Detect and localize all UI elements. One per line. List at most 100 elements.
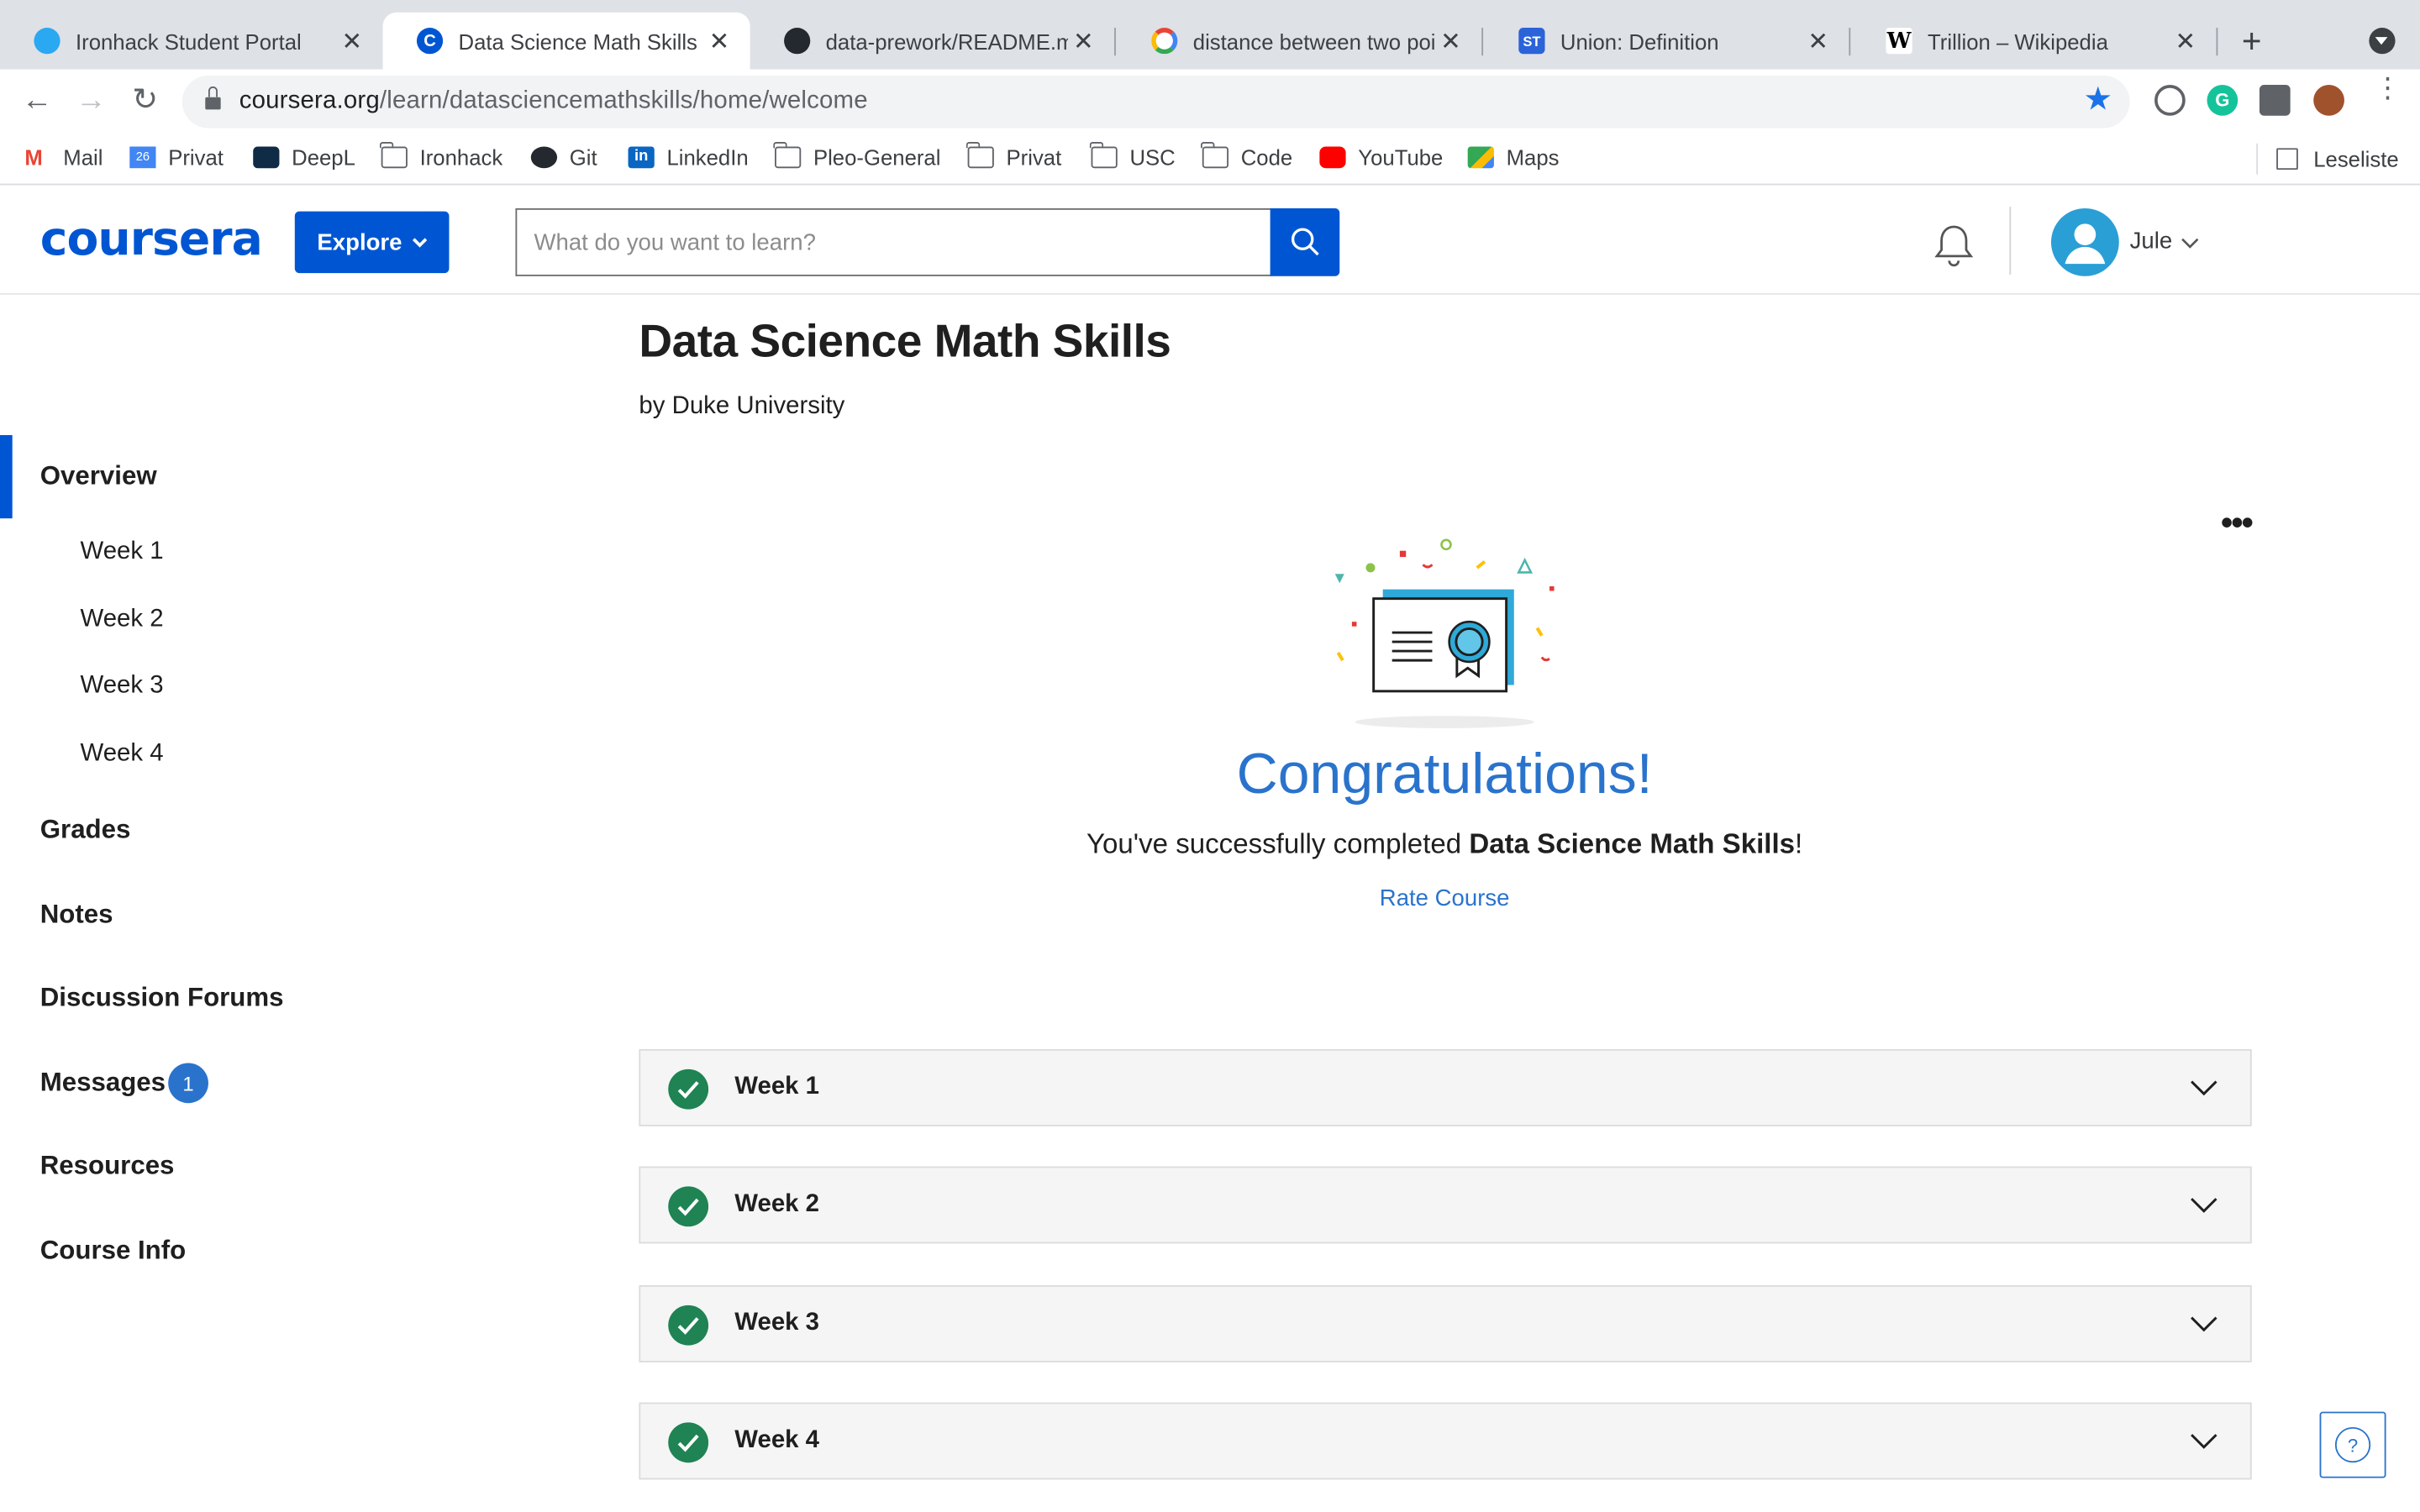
github-icon (784, 28, 811, 55)
week-label: Week 1 (734, 1074, 820, 1100)
active-indicator (0, 434, 13, 519)
close-icon[interactable]: ✕ (336, 25, 367, 56)
week-label: Week 4 (734, 1426, 820, 1454)
tab-search-icon[interactable] (2369, 28, 2396, 55)
address-bar[interactable]: coursera.org/learn/datasciencemathskills… (182, 75, 2130, 129)
tab-coursera[interactable]: C Data Science Math Skills - C ✕ (382, 12, 750, 70)
bell-icon[interactable] (1933, 222, 1975, 268)
bookmark-deepl[interactable]: DeepL (253, 145, 355, 170)
checkmark-circle-icon (668, 1422, 709, 1463)
help-button[interactable]: ? (2319, 1411, 2386, 1478)
close-icon[interactable]: ✕ (1802, 25, 1833, 56)
explore-label: Explore (317, 228, 402, 255)
sidebar-item-week-3[interactable]: Week 3 (81, 673, 164, 701)
folder-icon (1090, 141, 1118, 169)
congratulations-heading: Congratulations! (1236, 742, 1653, 806)
bookmark-youtube[interactable]: YouTube (1319, 145, 1443, 170)
search-icon (1291, 228, 1318, 256)
sidebar-item-week-1[interactable]: Week 1 (81, 538, 164, 566)
bookmark-privat-folder[interactable]: Privat (966, 141, 1061, 170)
chevron-down-icon (412, 237, 427, 247)
bookmark-mail[interactable]: M Mail (24, 145, 103, 170)
browser-menu-icon[interactable]: ⋮ (2374, 74, 2402, 102)
folder-icon (773, 141, 802, 169)
sidebar-item-discussion-forums[interactable]: Discussion Forums (40, 983, 284, 1014)
extension-icon[interactable] (2154, 85, 2186, 116)
browser-tab-strip: Ironhack Student Portal ✕ C Data Science… (0, 0, 2420, 70)
grammarly-icon[interactable]: G (2207, 85, 2238, 116)
sidebar-item-resources[interactable]: Resources (40, 1151, 175, 1182)
coursera-logo[interactable]: coursera (40, 213, 263, 266)
reload-icon[interactable]: ↻ (127, 81, 164, 118)
bookmark-git[interactable]: Git (530, 145, 597, 170)
help-icon: ? (2334, 1426, 2371, 1463)
ironhack-icon (34, 28, 60, 55)
tab-title: Trillion – Wikipedia (1928, 28, 2108, 54)
reading-list-icon (2276, 148, 2298, 171)
bookmark-star-icon[interactable]: ★ (2084, 81, 2113, 119)
week-accordion[interactable]: Week 4 (639, 1402, 2252, 1480)
user-avatar[interactable] (2050, 207, 2119, 276)
back-icon[interactable]: ← (18, 81, 55, 118)
explore-button[interactable]: Explore (294, 211, 450, 274)
bookmark-code[interactable]: Code (1201, 141, 1292, 170)
chevron-down-icon[interactable] (2188, 1075, 2219, 1100)
bookmark-ironhack[interactable]: Ironhack (380, 141, 502, 170)
week-accordion[interactable]: Week 1 (639, 1048, 2252, 1126)
bookmarks-bar: M Mail 26 Privat DeepL Ironhack Git in Link… (0, 134, 2420, 186)
bookmark-pleo-general[interactable]: Pleo-General (773, 141, 940, 170)
url-text[interactable]: coursera.org/learn/datasciencemathskills… (239, 88, 868, 116)
close-icon[interactable]: ✕ (1435, 25, 1466, 56)
week-label: Week 3 (734, 1310, 820, 1336)
close-icon[interactable]: ✕ (2170, 25, 2201, 56)
bookmark-usc[interactable]: USC (1090, 141, 1176, 170)
tab-union[interactable]: ST Union: Definition ✕ (1485, 13, 1849, 70)
profile-avatar[interactable] (2313, 85, 2344, 116)
puzzle-icon[interactable] (2259, 85, 2291, 116)
chevron-down-icon[interactable] (2188, 1311, 2219, 1336)
certificate-illustration (1334, 538, 1555, 728)
chevron-down-icon[interactable] (2181, 238, 2199, 250)
sidebar-item-week-2[interactable]: Week 2 (81, 606, 164, 634)
completion-message: You've successfully completed Data Scien… (1086, 828, 1803, 860)
more-options-icon[interactable]: ••• (2221, 503, 2254, 543)
week-accordion[interactable]: Week 3 (639, 1284, 2252, 1362)
tab-github[interactable]: data-prework/README.md ✕ (750, 13, 1114, 70)
tab-title: Ironhack Student Portal (75, 28, 302, 54)
close-icon[interactable]: ✕ (1068, 25, 1099, 56)
tab-wikipedia[interactable]: W Trillion – Wikipedia ✕ (1852, 13, 2216, 70)
calendar-icon: 26 (129, 146, 156, 169)
st-icon: ST (1518, 28, 1545, 55)
username[interactable]: Jule (2130, 228, 2173, 255)
week-accordion[interactable]: Week 2 (639, 1166, 2252, 1244)
chevron-down-icon[interactable] (2188, 1193, 2219, 1217)
tab-google[interactable]: distance between two point ✕ (1118, 13, 1481, 70)
tab-title: Union: Definition (1560, 28, 1719, 54)
tab-title: distance between two point (1192, 28, 1436, 54)
bookmark-linkedin[interactable]: in LinkedIn (628, 145, 749, 170)
site-header: coursera Explore Jule (0, 186, 2420, 295)
sidebar-item-course-info[interactable]: Course Info (40, 1236, 186, 1267)
course-provider: by Duke University (639, 393, 845, 420)
folder-icon (380, 141, 408, 169)
sidebar-item-overview[interactable]: Overview (40, 461, 157, 492)
reading-list[interactable]: Leseliste (2256, 143, 2399, 175)
search-button[interactable] (1270, 207, 1340, 276)
chevron-down-icon[interactable] (2188, 1429, 2219, 1453)
close-icon[interactable]: ✕ (704, 25, 735, 56)
bookmark-maps[interactable]: Maps (1467, 145, 1559, 170)
rate-course-link[interactable]: Rate Course (0, 885, 2420, 911)
forward-icon[interactable]: → (72, 81, 109, 118)
checkmark-circle-icon (668, 1305, 709, 1346)
deepl-icon (253, 146, 280, 169)
youtube-icon (1319, 146, 1346, 169)
gmail-icon: M (24, 144, 43, 171)
lock-icon (205, 86, 221, 111)
bookmark-privat-calendar[interactable]: 26 Privat (129, 145, 224, 170)
tab-ironhack[interactable]: Ironhack Student Portal ✕ (0, 13, 383, 70)
wikipedia-icon: W (1886, 28, 1912, 55)
new-tab-button[interactable]: + (2235, 22, 2269, 62)
messages-count-badge: 1 (168, 1063, 208, 1104)
search-input[interactable] (515, 207, 1272, 276)
sidebar-item-messages[interactable]: Messages (40, 1068, 166, 1099)
